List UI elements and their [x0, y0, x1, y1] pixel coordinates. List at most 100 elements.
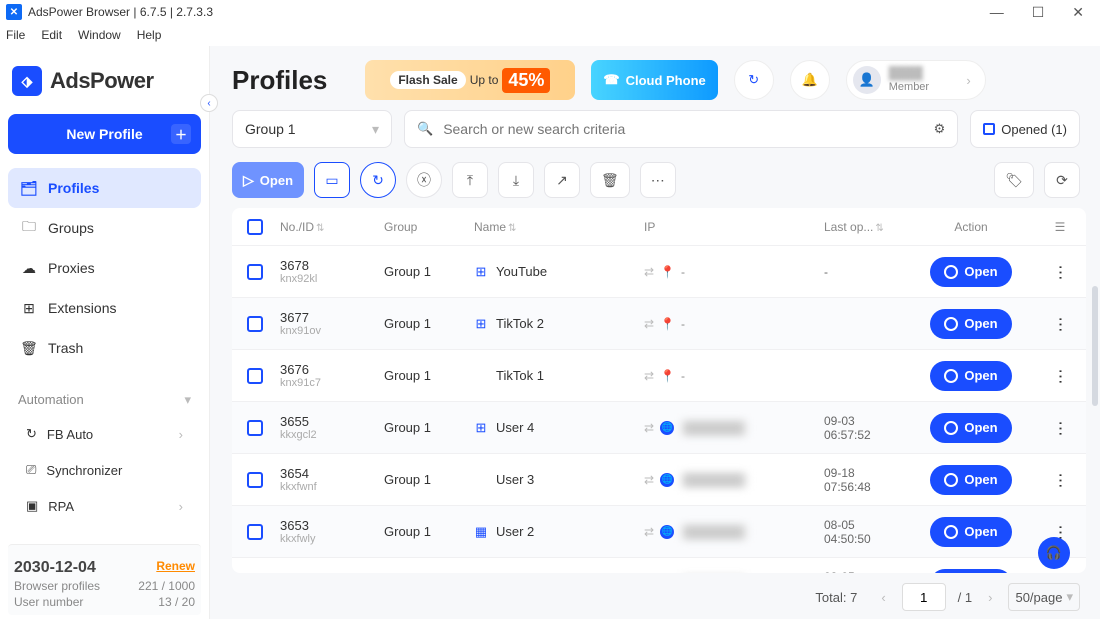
row-open-button[interactable]: Open: [930, 309, 1011, 339]
table-row[interactable]: 3678knx92kl Group 1 ⊞YouTube ⇄📍- - Open …: [232, 246, 1086, 298]
row-more-button[interactable]: ⋯: [1050, 264, 1070, 279]
share-button[interactable]: ↗: [544, 162, 580, 198]
col-ip[interactable]: IP: [636, 220, 816, 234]
notifications-button[interactable]: 🔔: [790, 60, 830, 100]
maximize-icon[interactable]: ☐: [1032, 4, 1045, 21]
new-profile-label: New Profile: [66, 126, 142, 142]
tag-button[interactable]: 🏷: [994, 162, 1034, 198]
cloud-phone-button[interactable]: ☎ Cloud Phone: [591, 60, 717, 100]
close-selected-button[interactable]: ⓧ: [406, 162, 442, 198]
globe-icon: 🌐: [660, 525, 674, 539]
row-group: Group 1: [376, 524, 466, 539]
row-checkbox[interactable]: [247, 264, 263, 280]
renew-link[interactable]: Renew: [156, 559, 195, 577]
col-last[interactable]: Last op...⇅: [816, 220, 902, 234]
row-more-button[interactable]: ⋯: [1050, 420, 1070, 435]
nav-profiles-label: Profiles: [48, 180, 99, 196]
pager-of: / 1: [958, 590, 972, 605]
row-checkbox[interactable]: [247, 420, 263, 436]
chevron-down-icon[interactable]: ▾: [184, 392, 191, 408]
open-selected-button[interactable]: ▷ Open: [232, 162, 304, 198]
search-input[interactable]: [443, 121, 923, 137]
nav-trash[interactable]: 🗑 Trash: [8, 328, 201, 368]
import-button[interactable]: ⤓: [498, 162, 534, 198]
row-open-button[interactable]: Open: [930, 413, 1011, 443]
row-more-button[interactable]: ⋯: [1050, 368, 1070, 383]
trash-icon: 🗑: [601, 172, 619, 189]
refresh-button[interactable]: ↻: [360, 162, 396, 198]
ip-value: -: [681, 369, 685, 383]
row-more-button[interactable]: ⋯: [1050, 472, 1070, 487]
filter-icon[interactable]: ⚙: [934, 121, 946, 137]
chrome-icon: [944, 421, 958, 435]
close-icon[interactable]: ✕: [1072, 4, 1084, 21]
menu-help[interactable]: Help: [137, 28, 162, 42]
flash-sale-banner[interactable]: Flash Sale Up to 45%: [365, 60, 575, 100]
auto-fb-auto[interactable]: ↻ FB Auto ›: [8, 416, 201, 452]
group-filter-dropdown[interactable]: Group 1 ▾: [232, 110, 392, 148]
col-config-button[interactable]: ☰: [1040, 220, 1080, 234]
sidebar-collapse-button[interactable]: ‹: [200, 94, 218, 112]
row-more-button[interactable]: ⋯: [1050, 316, 1070, 331]
pager-page-input[interactable]: [902, 583, 946, 611]
table-row[interactable]: 3676knx91c7 Group 1 TikTok 1 ⇄📍- Open ⋯: [232, 350, 1086, 402]
pager-perpage-select[interactable]: 50/page ▾: [1008, 583, 1080, 611]
delete-button[interactable]: 🗑: [590, 162, 630, 198]
nav-groups[interactable]: 🗀 Groups: [8, 208, 201, 248]
menu-edit[interactable]: Edit: [41, 28, 62, 42]
pager-prev[interactable]: ‹: [877, 590, 889, 605]
batch-button-1[interactable]: ▭: [314, 162, 350, 198]
more-actions-button[interactable]: ⋯: [640, 162, 676, 198]
sync-button[interactable]: ↻: [734, 60, 774, 100]
export-button[interactable]: ⤒: [452, 162, 488, 198]
row-group: Group 1: [376, 368, 466, 383]
ip-value: -: [681, 317, 685, 331]
row-open-button[interactable]: Open: [930, 465, 1011, 495]
proxies-icon: ☁: [20, 260, 38, 277]
table-row[interactable]: 3654kkxfwnf Group 1 User 3 ⇄🌐███████ 09-…: [232, 454, 1086, 506]
col-no[interactable]: No./ID⇅: [272, 220, 376, 234]
nav-proxies[interactable]: ☁ Proxies: [8, 248, 201, 288]
search-box[interactable]: 🔍 ⚙: [404, 110, 958, 148]
table-row[interactable]: 3653kkxfwly Group 1 ▦User 2 ⇄🌐███████ 08…: [232, 506, 1086, 558]
help-bubble-button[interactable]: 🎧: [1038, 537, 1070, 569]
menu-file[interactable]: File: [6, 28, 25, 42]
select-all-checkbox[interactable]: [247, 219, 263, 235]
row-checkbox[interactable]: [247, 472, 263, 488]
auto-rpa[interactable]: ▣ RPA ›: [8, 488, 201, 524]
scrollbar[interactable]: [1092, 286, 1098, 406]
row-open-button[interactable]: Open: [930, 361, 1011, 391]
col-group[interactable]: Group: [376, 220, 466, 234]
row-checkbox[interactable]: [247, 368, 263, 384]
nav-extensions[interactable]: ⊞ Extensions: [8, 288, 201, 328]
chevron-down-icon: ▾: [1066, 589, 1073, 605]
win-os-icon: ⊞: [474, 264, 488, 280]
cloud-phone-label: Cloud Phone: [626, 73, 706, 88]
menu-window[interactable]: Window: [78, 28, 121, 42]
ip-value: ███████: [680, 524, 748, 540]
swap-icon: ⇄: [644, 421, 654, 435]
reload-button[interactable]: ⟳: [1044, 162, 1080, 198]
table-row[interactable]: 3677knx91ov Group 1 ⊞TikTok 2 ⇄📍- Open ⋯: [232, 298, 1086, 350]
new-profile-button[interactable]: New Profile ＋: [8, 114, 201, 154]
user-role: Member: [889, 81, 929, 93]
auto-sync-label: Synchronizer: [46, 463, 122, 478]
row-open-button[interactable]: Open: [930, 517, 1011, 547]
chrome-icon: [944, 473, 958, 487]
user-menu[interactable]: 👤 ████ Member ›: [846, 60, 986, 100]
col-name[interactable]: Name⇅: [466, 220, 636, 234]
minimize-icon[interactable]: ―: [990, 4, 1004, 21]
row-checkbox[interactable]: [247, 316, 263, 332]
opened-filter[interactable]: Opened (1): [970, 110, 1080, 148]
app-icon: ✕: [6, 4, 22, 20]
refresh-icon: ↻: [372, 172, 384, 189]
win-os-icon: ⊞: [474, 420, 488, 436]
row-open-button[interactable]: Open: [930, 257, 1011, 287]
profiles-table: No./ID⇅ Group Name⇅ IP Last op...⇅ Actio…: [232, 208, 1086, 573]
table-row[interactable]: 3655kkxgcl2 Group 1 ⊞User 4 ⇄🌐███████ 09…: [232, 402, 1086, 454]
auto-synchronizer[interactable]: ⎚ Synchronizer: [8, 452, 201, 488]
pager-next[interactable]: ›: [984, 590, 996, 605]
table-row[interactable]: 3652kkxfwcr Group 1 ⊞User 1 ⇄🌐███████ 08…: [232, 558, 1086, 573]
row-checkbox[interactable]: [247, 524, 263, 540]
nav-profiles[interactable]: 🗂 Profiles: [8, 168, 201, 208]
